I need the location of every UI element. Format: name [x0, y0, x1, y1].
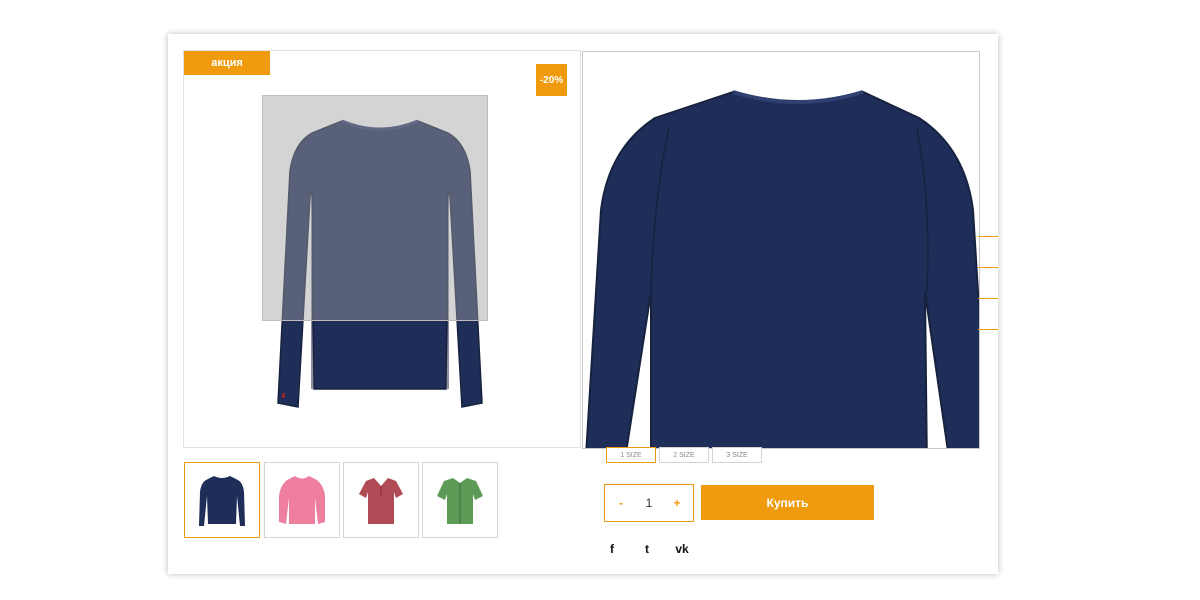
- size-option-1[interactable]: 1 SIZE: [606, 447, 656, 463]
- navy-shirt-icon: [199, 476, 245, 526]
- sale-badge: акция: [184, 51, 270, 75]
- size-option-2[interactable]: 2 SIZE: [659, 447, 709, 463]
- green-shirt-icon: [437, 478, 483, 524]
- zoomed-shirt-image: [585, 90, 979, 448]
- size-option-3[interactable]: 3 SIZE: [712, 447, 762, 463]
- discount-badge: -20%: [536, 64, 567, 96]
- zoom-preview: [582, 51, 980, 449]
- quantity-value[interactable]: 1: [633, 485, 665, 521]
- twitter-icon[interactable]: t: [638, 540, 656, 558]
- thumbnail-green-shirt[interactable]: [422, 462, 498, 538]
- zoom-lens[interactable]: [262, 95, 488, 321]
- main-product-image[interactable]: акция -20%: [183, 50, 581, 448]
- red-polo-icon: [359, 478, 403, 524]
- thumbnail-red-polo[interactable]: [343, 462, 419, 538]
- thumbnail-navy-shirt[interactable]: [184, 462, 260, 538]
- zoom-side-markers: [978, 236, 998, 332]
- pink-blouse-icon: [279, 476, 325, 524]
- thumbnail-pink-blouse[interactable]: [264, 462, 340, 538]
- vk-icon[interactable]: vk: [673, 540, 691, 558]
- buy-button[interactable]: Купить: [701, 485, 874, 520]
- quantity-increase-button[interactable]: +: [666, 485, 688, 521]
- quantity-decrease-button[interactable]: -: [610, 485, 632, 521]
- quantity-stepper: - 1 +: [604, 484, 694, 522]
- facebook-icon[interactable]: f: [603, 540, 621, 558]
